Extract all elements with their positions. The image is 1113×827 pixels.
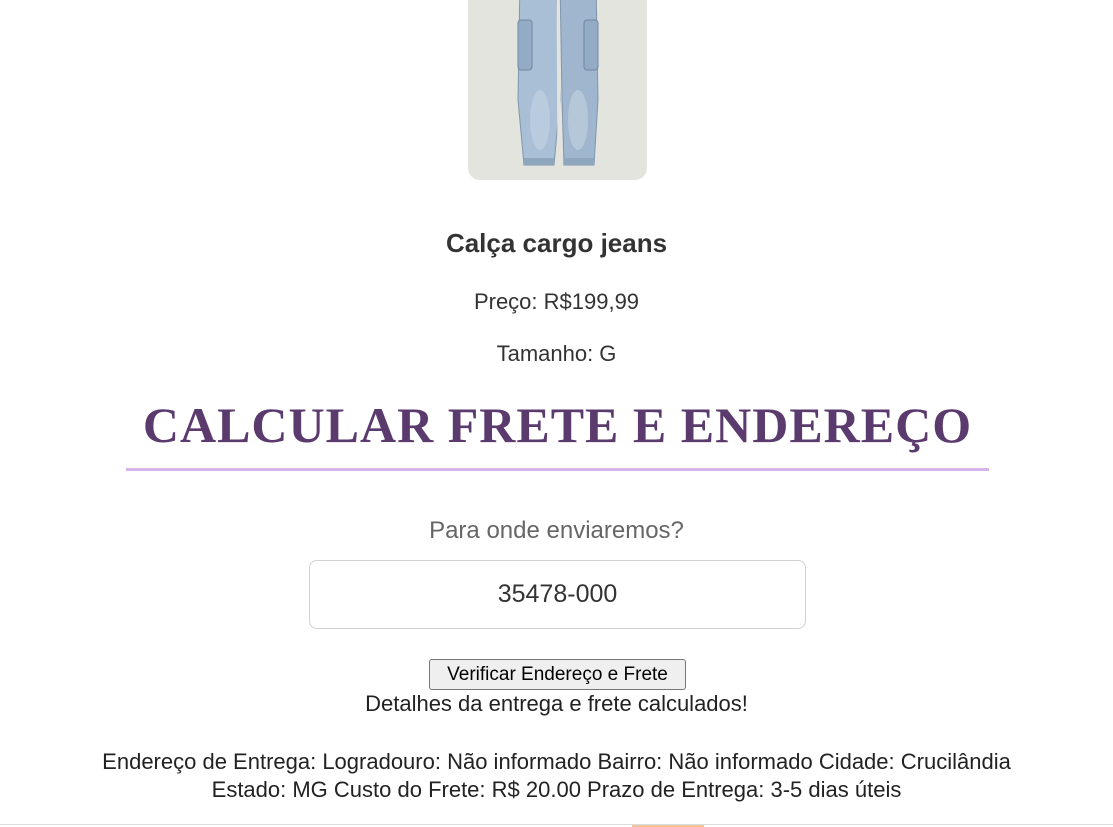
product-size: Tamanho: G <box>496 341 617 366</box>
section-divider <box>126 468 989 471</box>
delivery-details: Endereço de Entrega: Logradouro: Não inf… <box>40 748 1073 804</box>
cep-input[interactable] <box>309 560 806 629</box>
status-message: Detalhes da entrega e frete calculados! <box>365 691 748 716</box>
verify-address-shipping-button[interactable]: Verificar Endereço e Frete <box>429 659 686 690</box>
product-image <box>468 0 647 180</box>
delivery-details-line: Endereço de Entrega: Logradouro: Não inf… <box>102 749 1011 774</box>
page: Calça cargo jeans Preço: R$199,99 Tamanh… <box>0 0 1113 827</box>
delivery-details-line: Estado: MG Custo do Frete: R$ 20.00 Praz… <box>211 777 902 802</box>
shipping-question-label: Para onde enviaremos? <box>429 517 684 544</box>
product-price: Preço: R$199,99 <box>473 289 640 314</box>
shipping-section-title: CALCULAR FRETE E ENDEREÇO <box>142 397 973 453</box>
product-name: Calça cargo jeans <box>445 228 668 258</box>
jeans-photo-icon <box>517 0 599 166</box>
bottom-divider <box>0 824 1113 825</box>
